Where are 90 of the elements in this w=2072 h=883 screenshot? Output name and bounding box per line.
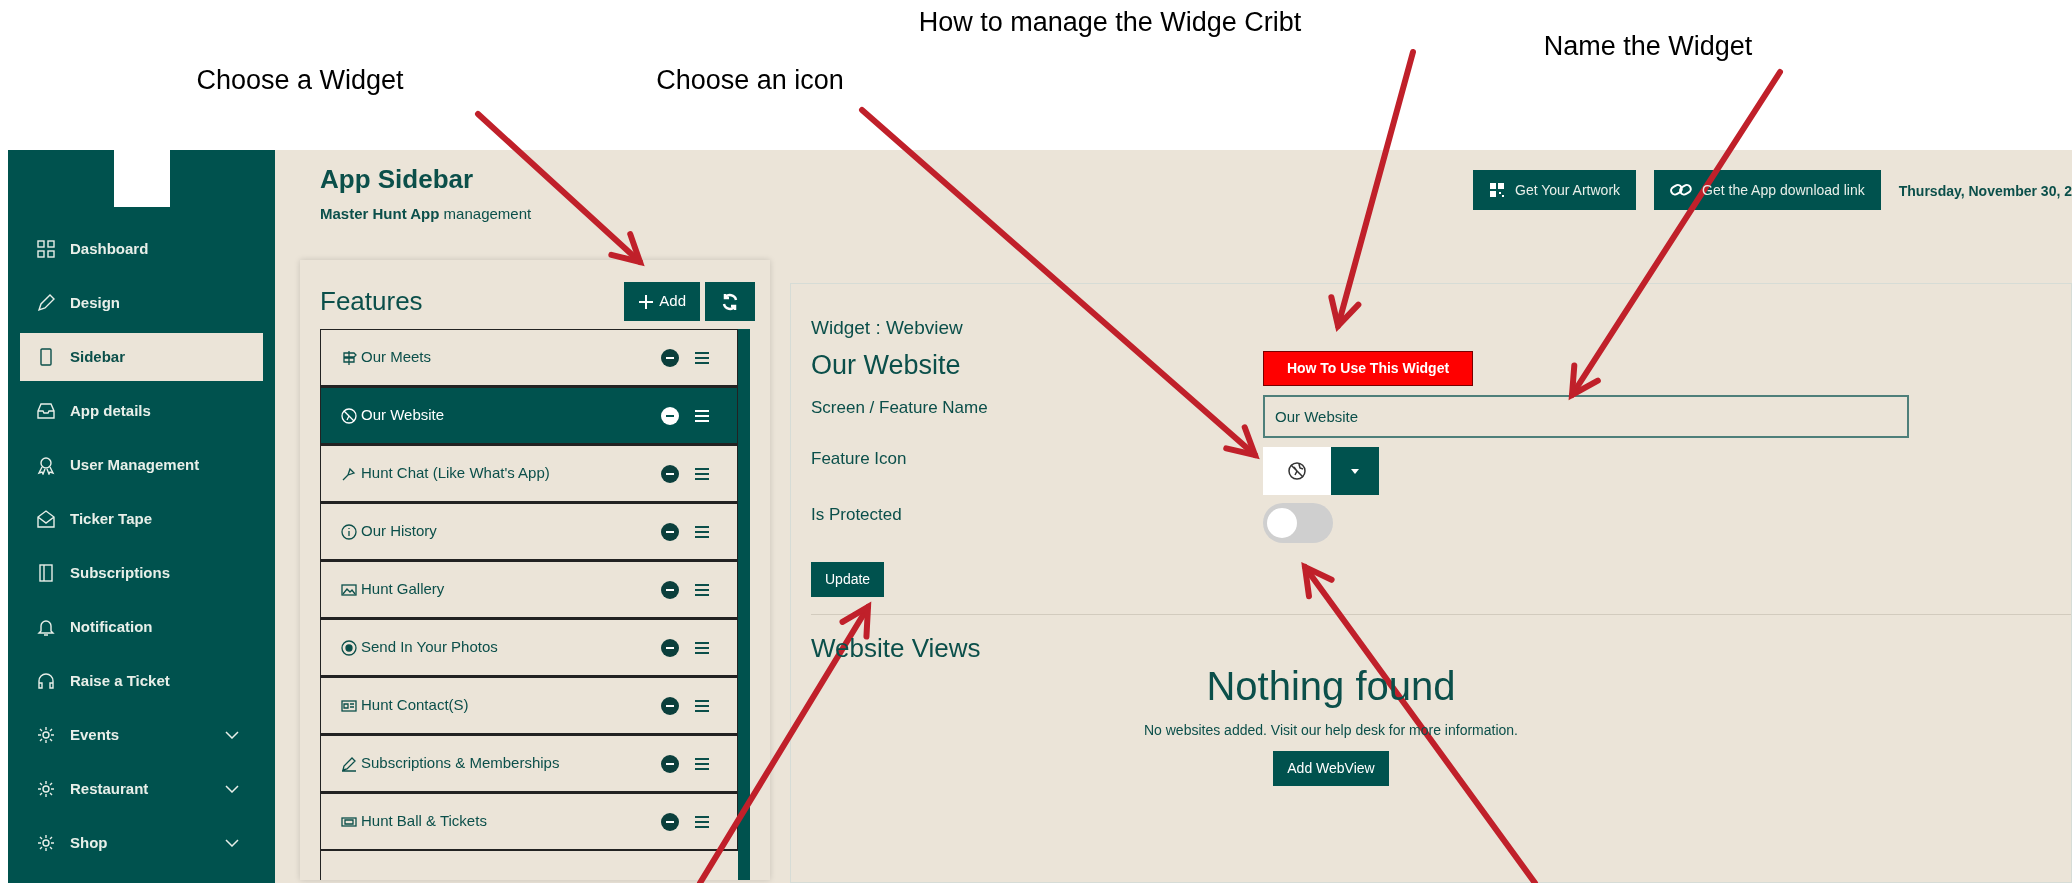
sidebar-item[interactable]: Raise a Ticket <box>20 657 263 705</box>
feature-item[interactable]: Our History <box>321 503 739 561</box>
link-icon <box>1670 182 1693 198</box>
field-label: Screen / Feature Name <box>811 397 989 419</box>
sidebar-item[interactable]: Notification <box>20 603 263 651</box>
artwork-button[interactable]: Get Your Artwork <box>1473 170 1637 210</box>
feature-item[interactable]: Hunt Gallery <box>321 561 739 619</box>
remove-icon[interactable] <box>661 464 680 483</box>
scrollbar[interactable] <box>738 329 750 880</box>
field-label: Is Protected <box>811 504 903 526</box>
remove-icon[interactable] <box>661 522 680 541</box>
refresh-button[interactable] <box>705 282 755 321</box>
sidebar-item[interactable]: User Management <box>20 441 263 489</box>
drag-handle-icon[interactable] <box>695 351 710 364</box>
remove-icon[interactable] <box>661 812 680 831</box>
plus-icon <box>638 293 655 310</box>
signpost-icon <box>341 349 357 366</box>
date-text: Thursday, November 30, 2 <box>1898 182 2072 201</box>
book-icon <box>36 563 56 583</box>
update-button[interactable]: Update <box>811 562 885 597</box>
features-title: Features <box>320 285 423 318</box>
sidebar-item[interactable]: Sidebar <box>20 333 263 381</box>
sidebar-item[interactable]: Ticker Tape <box>20 495 263 543</box>
feature-item[interactable]: Hunt Chat (Like What's App) <box>321 445 739 503</box>
drag-handle-icon[interactable] <box>695 409 710 422</box>
gear-icon <box>36 725 56 745</box>
image-icon <box>341 581 357 598</box>
drag-handle-icon[interactable] <box>695 815 710 828</box>
drag-handle-icon[interactable] <box>695 467 710 480</box>
chevron-down-icon <box>225 839 239 847</box>
info-icon <box>341 523 357 540</box>
target-icon <box>341 639 357 656</box>
help-button[interactable]: How To Use This Widget <box>1263 351 1473 386</box>
sidebar-item[interactable]: App details <box>20 387 263 435</box>
logo-placeholder <box>113 150 170 207</box>
envelope-icon <box>36 509 56 529</box>
widget-type: Widget : Webview <box>811 316 964 340</box>
feature-item[interactable]: Our Website <box>321 387 739 445</box>
refresh-icon <box>720 291 740 312</box>
drag-handle-icon[interactable] <box>695 641 710 654</box>
grid-icon <box>36 239 56 259</box>
add-button[interactable]: Add <box>624 282 700 321</box>
feature-item[interactable]: Hunt Ball & Tickets <box>321 793 739 851</box>
sidebar-item[interactable]: Dashboard <box>20 225 263 273</box>
chevron-down-icon <box>225 785 239 793</box>
sidebar-item[interactable]: Restaurant <box>20 765 263 813</box>
annotation-label: Choose an icon <box>656 64 844 97</box>
drag-handle-icon[interactable] <box>695 699 710 712</box>
sidebar-item[interactable]: Shop <box>20 819 263 867</box>
field-label: Feature Icon <box>811 448 908 470</box>
feature-item[interactable]: Send In Your Photos <box>321 619 739 677</box>
remove-icon[interactable] <box>661 754 680 773</box>
inbox-icon <box>36 401 56 421</box>
caret-icon <box>1351 468 1359 474</box>
chevron-down-icon <box>225 731 239 739</box>
feature-item[interactable]: Hunt Contact(S) <box>321 677 739 735</box>
drag-handle-icon[interactable] <box>695 525 710 538</box>
id-card-icon <box>341 697 357 714</box>
remove-icon[interactable] <box>661 696 680 715</box>
pencil-icon <box>341 755 357 772</box>
protected-toggle[interactable] <box>1263 503 1333 543</box>
remove-icon[interactable] <box>661 638 680 657</box>
pin-icon <box>341 465 357 482</box>
globe-icon <box>1287 461 1307 481</box>
feature-item[interactable]: Our Meets <box>321 329 739 387</box>
name-field[interactable]: Our Website <box>1263 395 1909 438</box>
sidebar-item[interactable]: Design <box>20 279 263 327</box>
sidebar-item[interactable]: Subscriptions <box>20 549 263 597</box>
page-subtitle: Master Hunt App management <box>320 204 532 224</box>
remove-icon[interactable] <box>661 348 680 367</box>
globe-icon <box>341 407 357 424</box>
page-title: App Sidebar <box>320 163 475 196</box>
feature-item[interactable]: Subscriptions & Memberships <box>321 735 739 793</box>
add-webview-button[interactable]: Add WebView <box>1273 751 1389 786</box>
drag-handle-icon[interactable] <box>695 583 710 596</box>
gear-icon <box>36 779 56 799</box>
annotation-label: How to manage the Widge Cribt <box>918 6 1302 39</box>
sidebar-item[interactable]: Events <box>20 711 263 759</box>
headset-icon <box>36 671 56 691</box>
annotation-label: Name the Widget <box>1543 30 1753 63</box>
pencil-icon <box>36 293 56 313</box>
annotation-label: Choose a Widget <box>196 64 404 97</box>
drag-handle-icon[interactable] <box>695 757 710 770</box>
gear-icon <box>36 833 56 853</box>
qr-code-icon <box>1489 182 1505 198</box>
remove-icon[interactable] <box>661 406 680 425</box>
widget-name: Our Website <box>811 348 962 382</box>
badge-icon <box>36 455 56 475</box>
bell-icon <box>36 617 56 637</box>
remove-icon[interactable] <box>661 580 680 599</box>
